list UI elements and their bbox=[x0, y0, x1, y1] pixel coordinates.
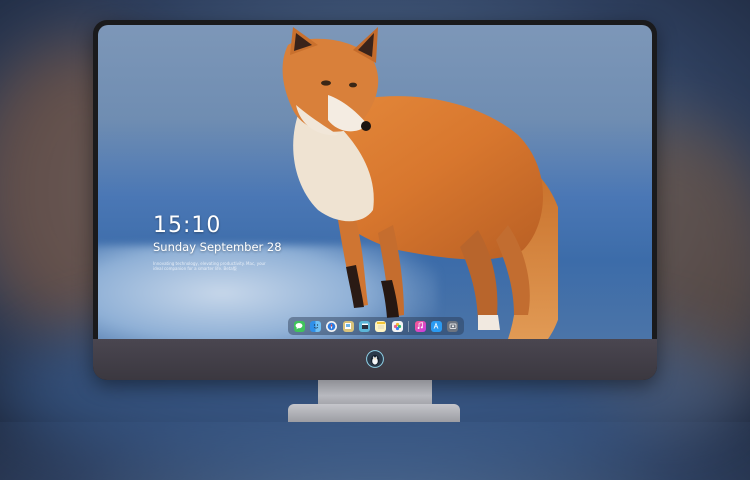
dock bbox=[288, 317, 464, 335]
monitor-stand-neck bbox=[318, 380, 432, 406]
clapper-icon[interactable] bbox=[359, 320, 371, 332]
lock-screen-date: Sunday September 28 bbox=[153, 240, 282, 254]
preview-icon[interactable] bbox=[342, 320, 354, 332]
monitor-chin bbox=[93, 339, 657, 380]
wallpaper-fox bbox=[282, 27, 558, 339]
monitor: 15:10 Sunday September 28 Innovating tec… bbox=[93, 20, 657, 380]
lock-screen[interactable]: 15:10 Sunday September 28 Innovating tec… bbox=[98, 25, 652, 339]
app-store-icon[interactable] bbox=[430, 320, 442, 332]
safari-icon[interactable] bbox=[326, 320, 338, 332]
lock-screen-tagline: Innovating technology, elevating product… bbox=[153, 261, 266, 271]
lock-screen-time: 15:10 bbox=[153, 213, 222, 238]
penguin-logo-icon bbox=[365, 349, 385, 369]
photos-icon[interactable] bbox=[391, 320, 403, 332]
notes-icon[interactable] bbox=[375, 320, 387, 332]
monitor-stand-base bbox=[288, 404, 460, 422]
screenshot-icon[interactable] bbox=[447, 320, 459, 332]
messages-icon[interactable] bbox=[293, 320, 305, 332]
dock-separator bbox=[408, 320, 410, 332]
finder-icon[interactable] bbox=[310, 320, 322, 332]
music-icon[interactable] bbox=[414, 320, 426, 332]
